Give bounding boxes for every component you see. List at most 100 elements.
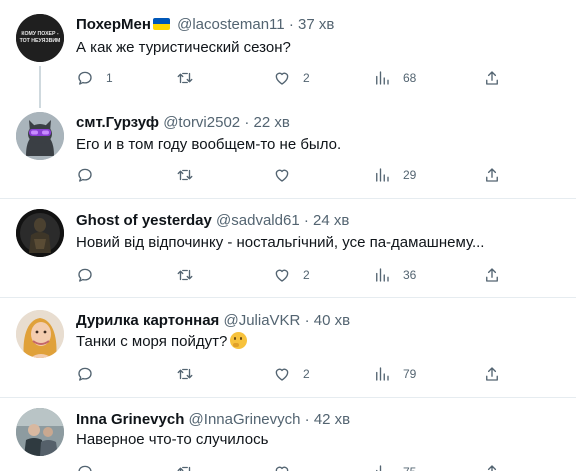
heart-icon	[275, 466, 289, 471]
display-name[interactable]: Ghost of yesterday	[76, 212, 212, 229]
share-icon	[486, 71, 498, 85]
display-name[interactable]: Дурилка картонная	[76, 312, 219, 329]
views-chart-icon	[376, 367, 389, 381]
heart-icon	[275, 368, 289, 381]
retweet-button[interactable]	[176, 264, 206, 286]
tweet[interactable]: Ghost of yesterday @sadvald61 · 24 хв Но…	[0, 199, 576, 297]
tweet-text-body: Танки с моря пойдут?	[76, 333, 228, 350]
like-button[interactable]: 2	[273, 67, 310, 89]
avatar[interactable]	[16, 408, 64, 456]
thinking-face-icon	[230, 332, 248, 349]
avatar[interactable]	[16, 310, 64, 358]
reply-button[interactable]	[76, 363, 106, 385]
like-count: 2	[303, 367, 310, 381]
like-button[interactable]: 2	[273, 264, 310, 286]
timestamp[interactable]: · 22 хв	[244, 114, 289, 131]
timestamp[interactable]: · 37 хв	[289, 16, 334, 33]
share-button[interactable]	[483, 461, 501, 471]
reply-icon	[78, 465, 92, 471]
handle[interactable]: @sadvald61	[216, 212, 300, 229]
tweet-text: Новий від відпочинку - ностальгічний, ус…	[76, 234, 485, 251]
tweet[interactable]: смт.Гурзуф @torvi2502 · 22 хв Его и в то…	[0, 100, 576, 198]
display-name[interactable]: смт.Гурзуф	[76, 114, 159, 131]
tweet-text: Его и в том году вообщем-то не было.	[76, 136, 342, 153]
timestamp[interactable]: · 24 хв	[304, 212, 349, 229]
tweet-actions: 29	[76, 164, 516, 186]
tweet-actions: 2 79	[76, 363, 516, 385]
share-button[interactable]	[483, 363, 501, 385]
view-count: 75	[403, 465, 416, 471]
retweet-button[interactable]	[176, 363, 206, 385]
retweet-button[interactable]	[176, 164, 206, 186]
reply-icon	[78, 71, 92, 85]
views-button[interactable]: 68	[373, 67, 416, 89]
view-count: 29	[403, 168, 417, 182]
share-button[interactable]	[483, 164, 501, 186]
like-button[interactable]	[273, 461, 303, 471]
handle[interactable]: @torvi2502	[163, 114, 240, 131]
svg-text:ТОТ НЕУЯЗВИМ: ТОТ НЕУЯЗВИМ	[20, 38, 61, 44]
heart-icon	[275, 269, 289, 282]
view-count: 36	[403, 268, 417, 282]
replies-feed: КОМУ ПОХЕР - ТОТ НЕУЯЗВИМ ПохерМен @laco…	[0, 0, 576, 471]
tweet[interactable]: Дурилка картонная @JuliaVKR · 40 хв Танк…	[0, 298, 576, 397]
handle[interactable]: @InnaGrinevych	[189, 411, 301, 428]
retweet-button[interactable]	[176, 67, 206, 89]
avatar[interactable]	[16, 209, 64, 257]
reply-icon	[78, 268, 92, 282]
share-icon	[487, 465, 497, 471]
like-count: 2	[303, 71, 310, 85]
share-button[interactable]	[483, 67, 501, 89]
ukraine-flag-icon	[152, 18, 170, 30]
heart-icon	[275, 169, 289, 182]
tweet-actions: 75	[76, 461, 516, 471]
tweet[interactable]: Inna Grinevych @InnaGrinevych · 42 хв На…	[0, 398, 576, 471]
like-button[interactable]: 2	[273, 363, 310, 385]
tweet-text: Танки с моря пойдут?	[76, 332, 248, 352]
share-button[interactable]	[483, 264, 501, 286]
display-name[interactable]: Inna Grinevych	[76, 411, 184, 428]
tweet-text: Наверное что-то случилось	[76, 431, 269, 448]
views-chart-icon	[376, 465, 382, 471]
handle[interactable]: @JuliaVKR	[223, 312, 300, 329]
tweet-actions: 2 36	[76, 264, 516, 286]
share-icon	[486, 367, 498, 381]
timestamp[interactable]: · 42 хв	[305, 411, 350, 428]
reply-icon	[78, 367, 92, 381]
views-button[interactable]: 29	[373, 164, 416, 186]
view-count: 79	[403, 367, 417, 381]
share-icon	[486, 168, 498, 182]
retweet-button[interactable]	[176, 461, 206, 471]
views-button[interactable]: 79	[373, 363, 416, 385]
views-chart-icon	[376, 268, 389, 282]
avatar[interactable]: КОМУ ПОХЕР - ТОТ НЕУЯЗВИМ	[16, 14, 64, 62]
tweet[interactable]: КОМУ ПОХЕР - ТОТ НЕУЯЗВИМ ПохерМен @laco…	[0, 0, 576, 100]
retweet-icon	[177, 72, 193, 84]
retweet-icon	[177, 169, 193, 181]
reply-count: 1	[106, 71, 113, 85]
view-count: 68	[403, 71, 417, 85]
svg-text:КОМУ ПОХЕР -: КОМУ ПОХЕР -	[21, 31, 59, 37]
display-name[interactable]: ПохерМен	[76, 16, 151, 33]
heart-icon	[275, 72, 289, 85]
like-count: 2	[303, 268, 310, 282]
tweet-actions: 1 2 68	[76, 67, 516, 89]
reply-button[interactable]	[76, 461, 106, 471]
views-button[interactable]: 36	[373, 264, 416, 286]
views-button[interactable]: 75	[373, 461, 416, 471]
retweet-icon	[177, 466, 191, 471]
reply-icon	[78, 168, 92, 182]
handle[interactable]: @lacosteman11	[177, 16, 285, 33]
tweet-text: А как же туристический сезон?	[76, 39, 291, 56]
retweet-icon	[177, 368, 193, 380]
timestamp[interactable]: · 40 хв	[305, 312, 350, 329]
reply-button[interactable]: 1	[76, 67, 113, 89]
share-icon	[486, 268, 498, 282]
reply-button[interactable]	[76, 264, 106, 286]
views-chart-icon	[376, 168, 389, 182]
retweet-icon	[177, 269, 193, 281]
views-chart-icon	[376, 71, 389, 85]
reply-button[interactable]	[76, 164, 106, 186]
avatar[interactable]	[16, 112, 64, 160]
like-button[interactable]	[273, 164, 303, 186]
